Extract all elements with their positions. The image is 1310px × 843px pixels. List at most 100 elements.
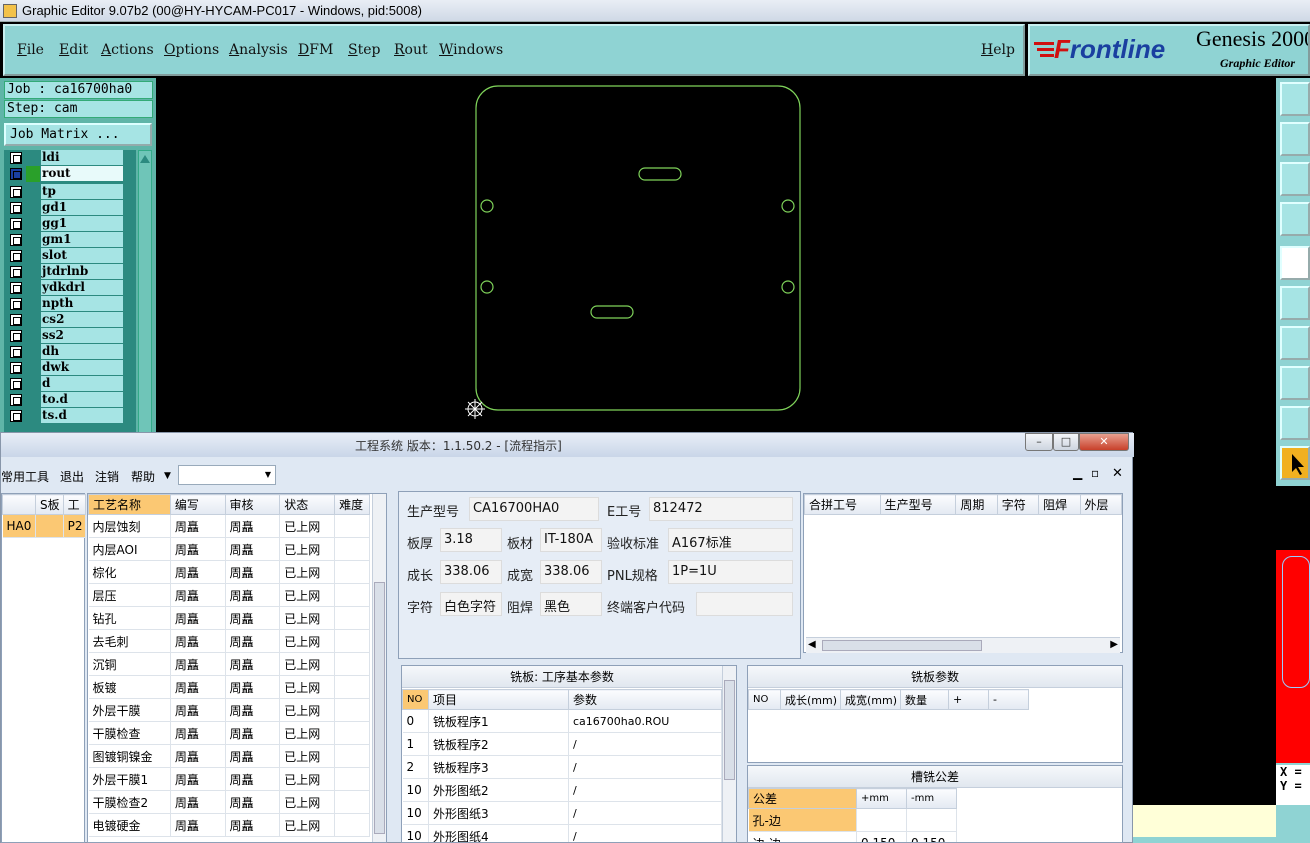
col-merge-char[interactable]: 字符: [996, 494, 1040, 515]
menu-analysis[interactable]: Analysis: [229, 42, 288, 58]
layer-row[interactable]: cs2: [4, 312, 136, 328]
menu-help-cn[interactable]: 帮助: [131, 468, 155, 485]
layer-name[interactable]: d: [41, 376, 123, 391]
layer-row[interactable]: d: [4, 376, 136, 392]
char-field[interactable]: 白色字符: [440, 592, 502, 616]
col-merge-cycle[interactable]: 周期: [955, 494, 998, 515]
layer-checkbox[interactable]: [10, 282, 22, 294]
layer-checkbox[interactable]: [10, 250, 22, 262]
mdi-close-icon[interactable]: ✕: [1112, 466, 1123, 481]
col-rp-plus[interactable]: +: [948, 689, 989, 710]
menu-file[interactable]: File: [17, 42, 44, 58]
layer-row[interactable]: ss2: [4, 328, 136, 344]
col-s-board[interactable]: S板: [35, 494, 64, 515]
menu-step[interactable]: Step: [348, 42, 380, 58]
layer-row[interactable]: rout: [4, 166, 136, 182]
layer-checkbox[interactable]: [10, 234, 22, 246]
menu-actions[interactable]: Actions: [101, 42, 154, 58]
process-scroll-thumb[interactable]: [374, 582, 385, 834]
layer-checkbox[interactable]: [10, 362, 22, 374]
graphic-canvas[interactable]: [156, 78, 1276, 433]
length-field[interactable]: 338.06: [440, 560, 502, 584]
mask-field[interactable]: 黑色: [540, 592, 602, 616]
col-gong[interactable]: 工: [62, 494, 87, 515]
process-row[interactable]: 外层干膜 周矗 周矗 已上网: [88, 698, 370, 722]
layer-color-swatch[interactable]: [26, 264, 40, 280]
process-row[interactable]: 干膜检查2 周矗 周矗 已上网: [88, 790, 370, 814]
col-difficulty[interactable]: 难度: [334, 494, 370, 515]
layer-name[interactable]: ydkdrl: [41, 280, 123, 295]
layer-row[interactable]: gd1: [4, 200, 136, 216]
menu-options[interactable]: Options: [164, 42, 219, 58]
layer-name[interactable]: ts.d: [41, 408, 123, 423]
process-row[interactable]: 沉铜 周矗 周矗 已上网: [88, 652, 370, 676]
model-field[interactable]: CA16700HA0: [469, 497, 599, 521]
layer-row[interactable]: slot: [4, 248, 136, 264]
layer-name[interactable]: dwk: [41, 360, 123, 375]
menu-edit[interactable]: Edit: [59, 42, 88, 58]
tool-point-icon[interactable]: [1280, 366, 1310, 400]
tool-pointer-icon[interactable]: [1280, 446, 1310, 480]
layer-name[interactable]: dh: [41, 344, 123, 359]
layer-color-swatch[interactable]: [26, 200, 40, 216]
col-item[interactable]: 项目: [428, 689, 569, 710]
rout-param-row[interactable]: 10 外形图纸3/: [402, 801, 722, 825]
toolbar-combo[interactable]: ▼: [178, 465, 276, 485]
mdi-minimize-icon[interactable]: ▁: [1073, 466, 1082, 480]
col-merge-model[interactable]: 生产型号: [879, 494, 957, 515]
tool-net-icon[interactable]: [1280, 286, 1310, 320]
combo-arrow-icon[interactable]: ▼: [265, 470, 271, 479]
col-status[interactable]: 状态: [279, 494, 336, 515]
tol-row[interactable]: 孔-边: [748, 808, 957, 832]
merge-scroll-thumb[interactable]: [822, 640, 982, 651]
layer-checkbox[interactable]: [10, 314, 22, 326]
menu-dfm[interactable]: DFM: [298, 42, 333, 58]
layer-row[interactable]: dh: [4, 344, 136, 360]
layer-name[interactable]: jtdrlnb: [41, 264, 123, 279]
customer-field[interactable]: [696, 592, 793, 616]
layer-checkbox[interactable]: [10, 266, 22, 278]
process-row[interactable]: 去毛刺 周矗 周矗 已上网: [88, 629, 370, 653]
layer-name[interactable]: gd1: [41, 200, 123, 215]
width-field[interactable]: 338.06: [540, 560, 602, 584]
rout-param-row[interactable]: 2 铣板程序3/: [402, 755, 722, 779]
layer-checkbox[interactable]: [10, 330, 22, 342]
col-merge-job[interactable]: 合拼工号: [804, 494, 881, 515]
layer-row[interactable]: gm1: [4, 232, 136, 248]
rout-param-row[interactable]: 0 铣板程序1 ca16700ha0.ROU: [402, 709, 722, 733]
rout-param-row[interactable]: 1 铣板程序2/: [402, 732, 722, 756]
process-row[interactable]: 层压 周矗 周矗 已上网: [88, 583, 370, 607]
layer-name[interactable]: rout: [41, 166, 123, 181]
layer-name[interactable]: ldi: [41, 150, 123, 165]
process-row[interactable]: 干膜检查 周矗 周矗 已上网: [88, 721, 370, 745]
col-rp-length[interactable]: 成长(mm): [780, 689, 841, 710]
eno-field[interactable]: 812472: [649, 497, 793, 521]
standard-field[interactable]: A167标准: [668, 528, 793, 552]
process-row[interactable]: 图镀铜镍金 周矗 周矗 已上网: [88, 744, 370, 768]
layer-name[interactable]: cs2: [41, 312, 123, 327]
maximize-button[interactable]: □: [1053, 433, 1079, 451]
layer-checkbox[interactable]: [10, 202, 22, 214]
job-matrix-button[interactable]: Job Matrix ...: [4, 123, 152, 146]
menu-rout[interactable]: Rout: [394, 42, 428, 58]
layer-name[interactable]: gm1: [41, 232, 123, 247]
tool-snap-icon[interactable]: [1280, 246, 1310, 280]
process-row[interactable]: 板镀 周矗 周矗 已上网: [88, 675, 370, 699]
menu-common-tools[interactable]: 常用工具: [1, 468, 49, 485]
layer-checkbox[interactable]: [10, 186, 22, 198]
col-job[interactable]: [2, 494, 36, 515]
tool-measure-icon[interactable]: [1280, 202, 1310, 236]
layer-checkbox[interactable]: [10, 152, 22, 164]
col-merge-mask[interactable]: 阻焊: [1038, 494, 1081, 515]
layer-checkbox[interactable]: [10, 346, 22, 358]
process-row[interactable]: 内层AOI 周矗 周矗 已上网: [88, 537, 370, 561]
layer-color-swatch[interactable]: [26, 296, 40, 312]
process-scrollbar[interactable]: [372, 494, 386, 842]
layer-color-swatch[interactable]: [26, 184, 40, 200]
layer-checkbox[interactable]: [10, 394, 22, 406]
layer-row[interactable]: npth: [4, 296, 136, 312]
col-rp-qty[interactable]: 数量: [900, 689, 949, 710]
process-row[interactable]: 内层蚀刻 周矗 周矗 已上网: [88, 514, 370, 538]
layer-color-swatch[interactable]: [26, 392, 40, 408]
layer-color-swatch[interactable]: [26, 166, 40, 182]
